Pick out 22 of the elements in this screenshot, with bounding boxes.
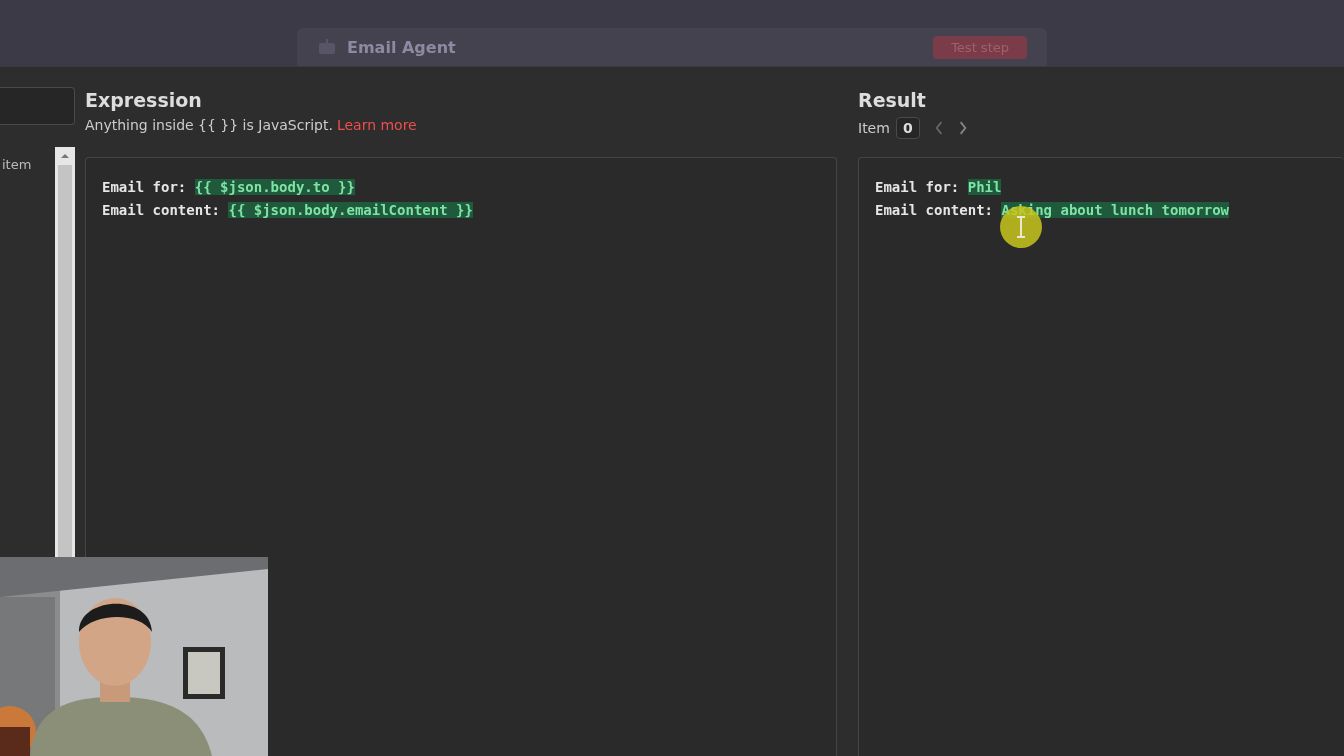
result-title: Result bbox=[858, 89, 927, 111]
code-label: Email content: bbox=[875, 202, 993, 218]
chevron-right-icon[interactable] bbox=[957, 121, 968, 135]
scrollbar-thumb[interactable] bbox=[58, 165, 72, 557]
code-label: Email for: bbox=[875, 179, 960, 195]
item-index-field[interactable]: 0 bbox=[895, 117, 920, 139]
code-expression: {{ $json.body.emailContent }} bbox=[228, 202, 473, 218]
hint-text: Anything inside {{ }} is JavaScript. bbox=[85, 117, 333, 133]
scroll-up-icon[interactable] bbox=[60, 153, 70, 159]
code-expression: {{ $json.body.to }} bbox=[194, 179, 355, 195]
code-label: Email content: bbox=[102, 202, 220, 218]
code-label: Email for: bbox=[102, 179, 187, 195]
expression-editor[interactable]: Email for: {{ $json.body.to }} Email content: {{ $json.body.emailContent }} bbox=[85, 157, 837, 756]
chevron-left-icon[interactable] bbox=[933, 121, 944, 135]
learn-more-link[interactable]: Learn more bbox=[336, 117, 417, 133]
result-value: Phil bbox=[967, 179, 1002, 195]
input-field[interactable] bbox=[0, 87, 75, 125]
item-label: item bbox=[1, 157, 33, 174]
expression-title: Expression bbox=[85, 89, 203, 111]
scrollbar[interactable] bbox=[55, 147, 75, 557]
node-title: Email Agent bbox=[347, 37, 456, 57]
item-label: Item bbox=[858, 120, 890, 136]
